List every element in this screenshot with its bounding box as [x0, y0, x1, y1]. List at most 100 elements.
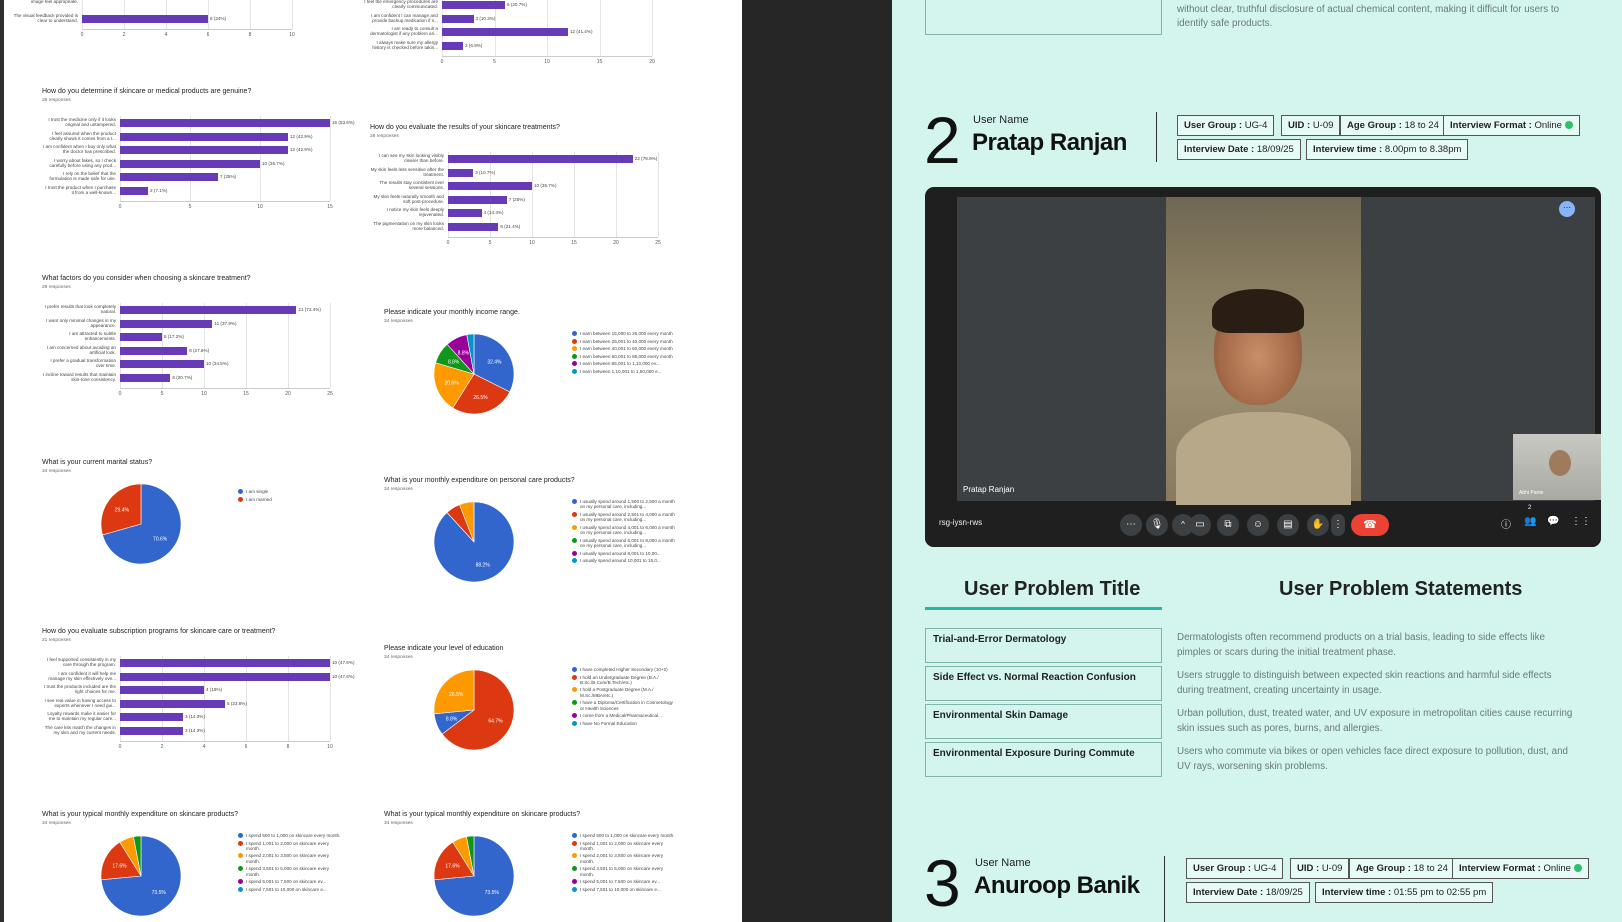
self-view-tile[interactable]: Abhi Pame: [1513, 434, 1601, 500]
bar-chart-treatment-results: How do you evaluate the results of your …: [370, 124, 690, 254]
legend-item: I earn between 85,001 to 1,10,000 ev...: [572, 361, 678, 367]
chart-responses: 21 responses: [42, 638, 71, 643]
bar-value-label: 4 (14.3%): [483, 210, 504, 215]
problem-statements-header: User Problem Statements: [1279, 578, 1523, 600]
interview-time-tag: Interview time : 01:55 pm to 02:55 pm: [1315, 882, 1494, 903]
present-screen-icon[interactable]: ⧉: [1217, 514, 1239, 536]
legend-label: I earn between 15,000 to 25,000 every mo…: [580, 331, 673, 336]
bar: [120, 360, 204, 368]
x-tick-label: 0: [118, 744, 122, 750]
pie-slice-label: 70.6%: [153, 536, 168, 542]
user-name-label: User Name: [973, 114, 1029, 126]
grid-line: [204, 303, 205, 388]
online-status-dot: [1564, 121, 1573, 130]
activities-icon[interactable]: ⋮⋮: [1571, 516, 1591, 527]
bar: [120, 306, 297, 314]
bar-label: I always make sure my allergy history is…: [372, 39, 438, 50]
legend-label: I spend 2,001 to 3,500 on skincare every…: [580, 853, 663, 864]
legend-swatch: [572, 537, 577, 543]
legend-swatch: [572, 346, 577, 352]
pie-slice-label: 26.5%: [449, 692, 464, 698]
bar-value-label: 3 (14.3%): [185, 727, 205, 733]
pie-slice-label: 88.2%: [476, 562, 491, 568]
legend-label: I spend 1,001 to 2,000 on skincare every…: [246, 840, 329, 851]
x-tick-label: 8: [248, 32, 252, 38]
tile-more-icon[interactable]: ⋯: [1559, 201, 1575, 217]
bar: [120, 726, 183, 735]
bar: [448, 195, 507, 204]
legend: I spend 500 to 1,000 on skincare every m…: [238, 833, 344, 894]
grid-line: [599, 0, 601, 56]
bar-label: I notice my skin feels deeply rejuvenate…: [386, 207, 444, 217]
x-tick-label: 5: [488, 240, 492, 246]
chat-icon[interactable]: 💬: [1547, 516, 1559, 527]
legend-item: I usually spend around 2,501 to 4,000 a …: [572, 511, 678, 523]
chart-title: How do you evaluate subscription program…: [42, 628, 276, 635]
bar: [120, 132, 288, 141]
legend-label: I usually spend around 10,001 to 15,0...: [580, 558, 661, 564]
chart-responses: 34 responses: [384, 487, 413, 492]
pie: 32.4% 26.5% 20.6% 8.8% 8.8%: [433, 333, 515, 415]
more-options-icon[interactable]: ⋯: [1120, 514, 1142, 536]
info-icon[interactable]: ⓘ: [1501, 516, 1511, 531]
people-icon[interactable]: 👥: [1524, 516, 1536, 527]
x-tick-label: 0: [118, 391, 122, 397]
problem-title-card[interactable]: Environmental Exposure During Commute: [925, 742, 1162, 777]
problem-title-card-prev[interactable]: [925, 0, 1162, 35]
pie: 73.5% 17.6%: [433, 835, 515, 917]
problem-title-card[interactable]: Side Effect vs. Normal Reaction Confusio…: [925, 666, 1162, 701]
bar-value-label: 8 (27.6%): [189, 347, 210, 353]
problem-title-card[interactable]: Trial-and-Error Dermatology: [925, 628, 1162, 663]
legend-label: I earn between 40,001 to 60,000 every mo…: [580, 346, 673, 352]
bar-value-label: 10 (34.5%): [206, 361, 229, 366]
pie-chart-skincare-expenditure-2: What is your typical monthly expenditure…: [384, 811, 714, 922]
emoji-icon[interactable]: ☺: [1247, 514, 1269, 536]
vertical-more-icon[interactable]: ⋮: [1331, 514, 1345, 536]
legend-item: I have completed Higher Secondary (10+2): [572, 667, 678, 672]
bar: [120, 186, 148, 195]
meet-control-bar: rsg-iysn-rws ⋯ 🎙 ^ ▭ ⧉ ☺ ▤ ✋ ⋮ ☎ ⓘ 👥 2 💬…: [925, 505, 1601, 547]
video-call-screenshot: ⋯ Pratap Ranjan Abhi Pame rsg-iysn-rws ⋯…: [925, 187, 1601, 547]
raise-hand-icon[interactable]: ✋: [1307, 514, 1329, 536]
camera-icon[interactable]: ▭: [1189, 514, 1211, 536]
legend-item: I earn between 40,001 to 60,000 every mo…: [572, 346, 678, 352]
grid-line: [190, 116, 191, 201]
problem-title-header: User Problem Title: [964, 578, 1141, 600]
bar-label: I trust the product when I purchase it f…: [45, 184, 116, 195]
x-tick-label: 4: [164, 32, 168, 38]
bar: [82, 14, 208, 23]
interview-format-tag: Interview Format : Online: [1443, 115, 1580, 136]
chart-responses: 34 responses: [384, 655, 413, 660]
legend-label: I usually spend around 1,500 to 2,500 a …: [580, 499, 675, 510]
legend-label: I spend 1,001 to 2,000 on skincare every…: [580, 840, 663, 851]
legend-swatch: [238, 496, 243, 502]
pie-slice-label: 8.8%: [448, 359, 460, 365]
bar-value-label: 3 (10.3%): [475, 15, 496, 21]
bar-value-label: 10 (47.6%): [332, 673, 355, 679]
legend-label: I spend 3,501 to 5,000 on skincare every…: [580, 866, 663, 877]
legend-swatch: [572, 331, 577, 336]
survey-results-panel[interactable]: 0 2 4 6 8 10 image feel appropriate. The visual…: [0, 0, 742, 922]
bar: [120, 173, 218, 181]
bar-label: I feel assured when the product clearly …: [49, 130, 116, 141]
captions-icon[interactable]: ▤: [1277, 514, 1299, 536]
legend-item: I spend 500 to 1,000 on skincare every m…: [572, 833, 678, 838]
legend-swatch: [572, 700, 577, 706]
bar-value-label: 12 (41.4%): [570, 29, 593, 34]
pie-slice-label: 8.8%: [458, 350, 470, 356]
participant-hair: [1212, 289, 1304, 333]
pie: 64.7% 8.8% 26.5%: [433, 669, 515, 751]
grid-line: [246, 656, 247, 741]
legend-swatch: [572, 833, 577, 838]
interview-board[interactable]: without clear, truthful disclosure of ac…: [892, 0, 1622, 922]
header-divider: [1156, 112, 1157, 162]
legend-swatch: [238, 840, 243, 846]
self-view-face: [1549, 450, 1571, 476]
legend-swatch: [572, 667, 577, 672]
grid-line: [652, 0, 653, 56]
end-call-button[interactable]: ☎: [1351, 514, 1389, 536]
problem-title-card[interactable]: Environmental Skin Damage: [925, 704, 1162, 739]
legend-swatch: [238, 853, 243, 859]
bar-chart-product-genuine: How do you determine if skincare or medi…: [42, 88, 362, 218]
microphone-icon[interactable]: 🎙: [1146, 514, 1168, 536]
